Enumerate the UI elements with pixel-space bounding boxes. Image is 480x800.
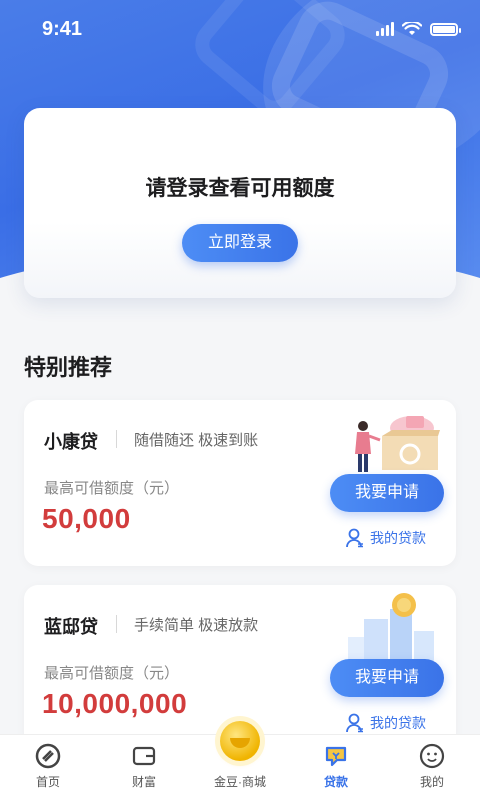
login-prompt: 请登录查看可用额度 xyxy=(145,177,335,200)
tab-label: 财富 xyxy=(131,775,156,789)
tab-wealth[interactable]: 财富 xyxy=(96,735,192,800)
loan-tagline: 随借随还 极速到账 xyxy=(134,432,259,449)
user-icon xyxy=(346,528,363,548)
bottom-tab-bar: 首页 财富 金豆·商城 贷款 我的 xyxy=(0,721,480,800)
loan-limit-amount: 50,000 xyxy=(42,503,131,534)
tab-profile[interactable]: 我的 xyxy=(384,735,480,800)
loan-card[interactable]: 小康贷 随借随还 极速到账 最高可借额度（元） 50,000 我要申请 我的贷款 xyxy=(24,400,456,566)
status-icons xyxy=(376,22,461,36)
apply-button[interactable]: 我要申请 xyxy=(330,474,444,512)
piggy-box-illustration xyxy=(355,416,440,472)
tab-label: 我的 xyxy=(419,775,444,789)
my-loan-link[interactable]: 我的贷款 xyxy=(346,528,426,548)
loan-name: 蓝邸贷 xyxy=(44,617,98,637)
loan-limit-label: 最高可借额度（元） xyxy=(44,480,180,497)
wifi-icon xyxy=(402,22,422,35)
tab-label: 贷款 xyxy=(323,775,348,789)
loan-limit-amount: 10,000,000 xyxy=(42,688,188,719)
apply-button[interactable]: 我要申请 xyxy=(330,659,444,697)
login-button[interactable]: 立即登录 xyxy=(182,224,298,262)
gold-bean-icon xyxy=(220,721,260,761)
loan-tagline: 手续简单 极速放款 xyxy=(134,617,259,634)
loan-icon xyxy=(325,746,347,767)
loan-limit-label: 最高可借额度（元） xyxy=(44,665,180,682)
divider xyxy=(116,430,117,448)
status-bar: 9:41 xyxy=(0,0,480,60)
my-loan-label: 我的贷款 xyxy=(370,530,426,546)
tab-loan[interactable]: 贷款 xyxy=(288,735,384,800)
my-loan-label: 我的贷款 xyxy=(370,715,426,731)
tab-home[interactable]: 首页 xyxy=(0,735,96,800)
tab-label: 首页 xyxy=(35,775,60,789)
my-loan-link[interactable]: 我的贷款 xyxy=(346,713,426,733)
tab-label: 金豆·商城 xyxy=(214,775,266,789)
login-card: 请登录查看可用额度 立即登录 xyxy=(24,108,456,298)
profile-face-icon xyxy=(419,743,445,769)
battery-icon xyxy=(430,22,461,36)
buildings-coin-illustration xyxy=(348,593,434,661)
status-time: 9:41 xyxy=(42,18,83,40)
wallet-icon xyxy=(132,746,156,766)
user-icon xyxy=(346,713,363,733)
divider xyxy=(116,615,117,633)
signal-icon xyxy=(376,22,394,36)
home-logo-icon xyxy=(35,743,61,769)
section-title: 特别推荐 xyxy=(24,355,113,380)
tab-gold-mall[interactable]: 金豆·商城 xyxy=(192,721,288,800)
loan-name: 小康贷 xyxy=(44,432,98,452)
